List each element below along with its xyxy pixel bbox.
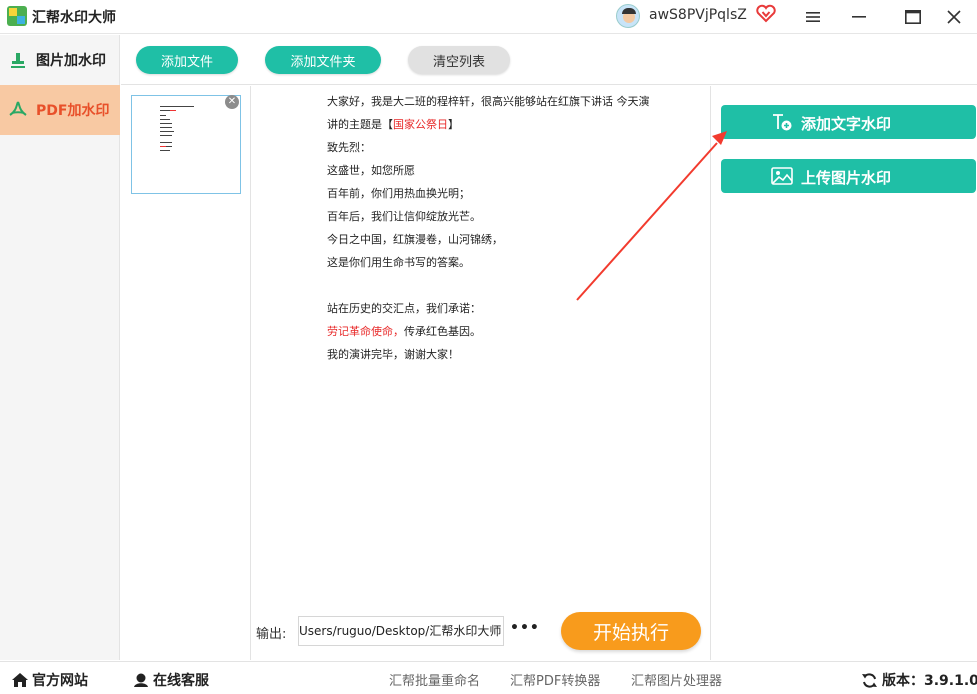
toolbar: 添加文件 添加文件夹 清空列表: [121, 35, 977, 85]
online-support-link[interactable]: 在线客服: [132, 670, 209, 690]
upload-image-watermark-button[interactable]: 上传图片水印: [721, 159, 976, 193]
doc-line: 站在历史的交汇点，我们承诺：: [327, 297, 657, 320]
doc-text: 这盛世，如您所愿: [327, 164, 415, 177]
close-button[interactable]: [931, 0, 977, 34]
doc-line: 我的演讲完毕，谢谢大家！: [327, 343, 657, 366]
online-support-label: 在线客服: [153, 673, 209, 689]
doc-line: [327, 274, 657, 297]
doc-line: 百年前，你们用热血换光明；: [327, 182, 657, 205]
doc-highlight-text: 国家公祭日: [393, 118, 448, 131]
doc-line: 致先烈：: [327, 136, 657, 159]
document-text: 大家好，我是大二班的程梓轩，很高兴能够站在红旗下讲话 今天演 讲的主题是【国家公…: [327, 90, 657, 366]
file-thumbnail[interactable]: ✕: [131, 95, 241, 194]
add-file-button[interactable]: 添加文件: [136, 46, 238, 74]
add-text-watermark-label: 添加文字水印: [801, 115, 892, 133]
remove-file-icon[interactable]: ✕: [225, 95, 239, 109]
doc-line: 讲的主题是【国家公祭日】: [327, 113, 657, 136]
link-image-processor[interactable]: 汇帮图片处理器: [631, 670, 722, 689]
link-batch-rename[interactable]: 汇帮批量重命名: [389, 670, 480, 689]
pdf-icon: [8, 100, 28, 120]
image-icon: [771, 167, 793, 185]
start-button[interactable]: 开始执行: [561, 612, 701, 650]
official-site-link[interactable]: 官方网站: [11, 670, 88, 690]
doc-line: 大家好，我是大二班的程梓轩，很高兴能够站在红旗下讲话 今天演: [327, 90, 657, 113]
headset-icon: [134, 673, 148, 687]
user-avatar[interactable]: [616, 4, 640, 28]
clear-list-button[interactable]: 清空列表: [408, 46, 510, 74]
doc-line: 百年后，我们让信仰绽放光芒。: [327, 205, 657, 228]
menu-button[interactable]: [790, 0, 836, 34]
doc-line: 劳记革命使命，传承红色基因。: [327, 320, 657, 343]
doc-text: 我的演讲完毕，谢谢大家！: [327, 348, 459, 361]
browse-output-button[interactable]: •••: [510, 620, 540, 636]
pdf-preview: 大家好，我是大二班的程梓轩，很高兴能够站在红旗下讲话 今天演 讲的主题是【国家公…: [251, 86, 711, 660]
doc-text: 站在历史的交汇点，我们承诺：: [327, 302, 481, 315]
status-bar: 官方网站 在线客服 汇帮批量重命名 汇帮PDF转换器 汇帮图片处理器 版本：3.…: [0, 661, 977, 694]
doc-line: 这盛世，如您所愿: [327, 159, 657, 182]
doc-text: 今日之中国，红旗漫卷，山河锦绣，: [327, 233, 503, 246]
sidebar-item-label: PDF加水印: [36, 103, 110, 119]
version-label: 版本：3.9.1.0: [882, 673, 977, 689]
minimize-icon: [852, 16, 866, 18]
sidebar-item-label: 图片加水印: [36, 53, 106, 69]
home-icon: [12, 673, 28, 687]
hamburger-icon: [806, 12, 820, 22]
doc-text: 百年后，我们让信仰绽放光芒。: [327, 210, 481, 223]
minimize-button[interactable]: [836, 0, 882, 34]
upload-image-watermark-label: 上传图片水印: [801, 169, 892, 187]
title-bar: 汇帮水印大师 awS8PVjPqlsZ: [0, 0, 977, 34]
doc-text: 】: [448, 118, 459, 131]
username[interactable]: awS8PVjPqlsZ: [649, 7, 747, 23]
close-icon: [947, 10, 961, 24]
doc-text: 百年前，你们用热血换光明；: [327, 187, 470, 200]
doc-highlight-text: 劳记革命使命，: [327, 325, 404, 338]
add-text-watermark-button[interactable]: 添加文字水印: [721, 105, 976, 139]
doc-text: 传承红色基因。: [404, 325, 481, 338]
sidebar: 图片加水印 PDF加水印: [0, 35, 120, 660]
link-pdf-converter[interactable]: 汇帮PDF转换器: [510, 670, 600, 689]
doc-line: 今日之中国，红旗漫卷，山河锦绣，: [327, 228, 657, 251]
sidebar-item-image-watermark[interactable]: 图片加水印: [0, 35, 120, 85]
doc-text: 讲的主题是【: [327, 118, 393, 131]
official-site-label: 官方网站: [32, 673, 88, 689]
vip-heart-icon[interactable]: [756, 4, 776, 24]
text-add-icon: [773, 114, 792, 131]
doc-text: 致先烈：: [327, 141, 371, 154]
file-list: ✕: [121, 86, 251, 660]
sidebar-item-pdf-watermark[interactable]: PDF加水印: [0, 85, 120, 135]
maximize-icon: [905, 10, 921, 24]
app-title: 汇帮水印大师: [32, 10, 116, 26]
add-folder-button[interactable]: 添加文件夹: [265, 46, 381, 74]
refresh-icon: [862, 672, 877, 688]
watermark-panel: 添加文字水印 上传图片水印: [712, 86, 977, 660]
doc-text: 这是你们用生命书写的答案。: [327, 256, 470, 269]
doc-line: 这是你们用生命书写的答案。: [327, 251, 657, 274]
version-info[interactable]: 版本：3.9.1.0: [861, 670, 977, 690]
maximize-button[interactable]: [890, 0, 936, 34]
doc-text: 大家好，我是大二班的程梓轩，很高兴能够站在红旗下讲话 今天演: [327, 95, 650, 108]
app-logo-icon: [7, 6, 27, 26]
output-label: 输出:: [256, 627, 287, 642]
output-path-field[interactable]: Users/ruguo/Desktop/汇帮水印大师: [298, 616, 504, 646]
image-stamp-icon: [8, 50, 28, 70]
